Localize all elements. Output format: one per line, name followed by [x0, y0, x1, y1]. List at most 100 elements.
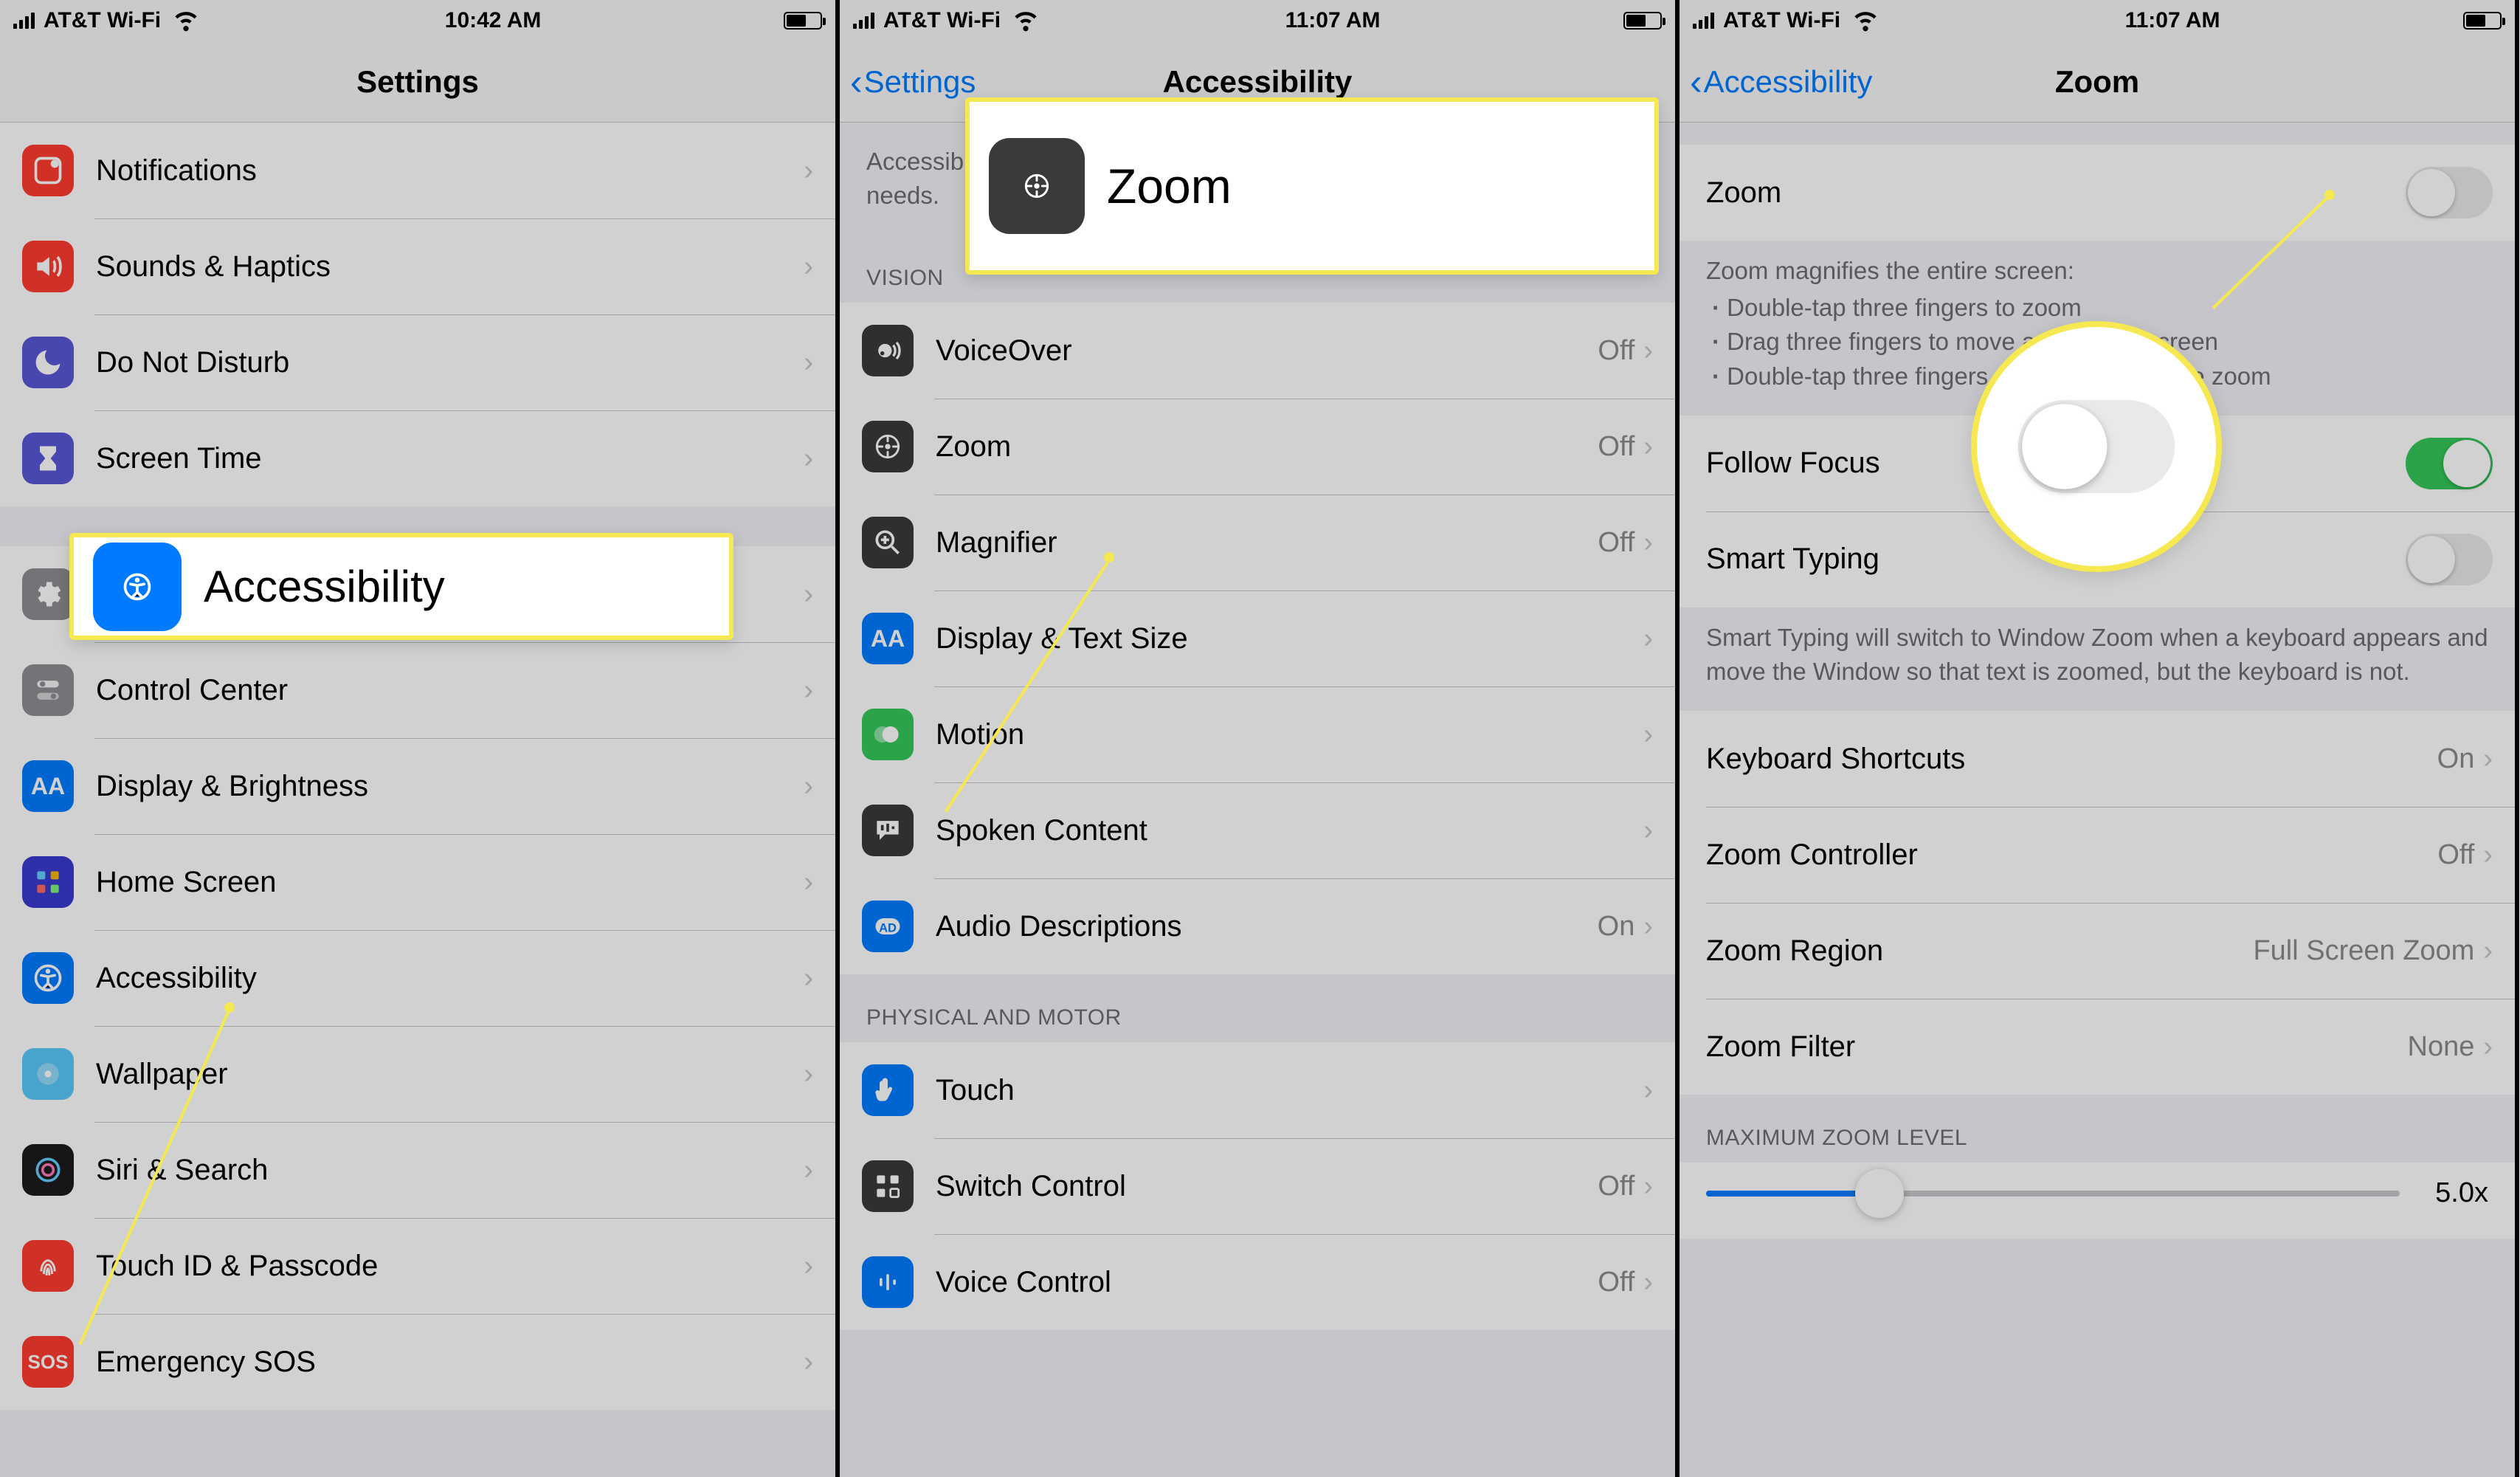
row-label: Sounds & Haptics [96, 250, 804, 283]
chevron-right-icon: › [2483, 743, 2493, 775]
sos-icon: SOS [22, 1336, 74, 1388]
row-siri-search[interactable]: Siri & Search › [0, 1122, 835, 1218]
row-voiceover[interactable]: VoiceOver Off › [840, 303, 1675, 399]
zoom-toggle[interactable] [2406, 167, 2493, 218]
zoom-icon [862, 421, 914, 472]
smart-typing-toggle[interactable] [2406, 534, 2493, 585]
wifi-icon [1849, 1, 1882, 40]
row-accessibility[interactable]: Accessibility › [0, 930, 835, 1026]
smart-typing-help: Smart Typing will switch to Window Zoom … [1680, 607, 2515, 711]
row-audio-descriptions[interactable]: AD Audio Descriptions On › [840, 878, 1675, 974]
row-label: Control Center [96, 674, 804, 707]
page-title: Accessibility [1163, 64, 1353, 100]
chevron-right-icon: › [2483, 839, 2493, 871]
row-label: VoiceOver [936, 334, 1598, 368]
chevron-right-icon: › [804, 579, 813, 610]
signal-icon [853, 13, 874, 29]
chevron-right-icon: › [1643, 335, 1653, 367]
section-header-physical: PHYSICAL AND MOTOR [840, 974, 1675, 1042]
chevron-right-icon: › [804, 1346, 813, 1378]
page-title: Zoom [2055, 64, 2139, 100]
row-touch-id-passcode[interactable]: Touch ID & Passcode › [0, 1218, 835, 1314]
back-button[interactable]: ‹ Accessibility [1690, 41, 1872, 122]
row-zoom-controller[interactable]: Zoom Controller Off › [1680, 807, 2515, 903]
switch-control-icon [862, 1160, 914, 1212]
status-time: 11:07 AM [2125, 8, 2220, 33]
back-label: Settings [864, 64, 976, 100]
row-voice-control[interactable]: Voice Control Off › [840, 1234, 1675, 1330]
status-time: 10:42 AM [445, 8, 542, 33]
row-zoom-region[interactable]: Zoom Region Full Screen Zoom › [1680, 903, 2515, 999]
row-label: Home Screen [96, 866, 804, 899]
chevron-right-icon: › [804, 1058, 813, 1090]
row-motion[interactable]: Motion › [840, 686, 1675, 782]
signal-icon [1693, 13, 1714, 29]
sound-icon [22, 241, 74, 292]
row-display-text-size[interactable]: AA Display & Text Size › [840, 591, 1675, 686]
chevron-left-icon: ‹ [1690, 63, 1702, 100]
back-button[interactable]: ‹ Settings [850, 41, 976, 122]
signal-icon [13, 13, 35, 29]
settings-panel: AT&T Wi-Fi 10:42 AM Settings Notificatio… [0, 0, 840, 1477]
row-label: Zoom Filter [1706, 1030, 2408, 1064]
chevron-right-icon: › [804, 963, 813, 994]
row-screen-time[interactable]: Screen Time › [0, 410, 835, 506]
row-zoom-toggle[interactable]: Zoom [1680, 145, 2515, 241]
row-control-center[interactable]: Control Center › [0, 642, 835, 738]
row-touch[interactable]: Touch › [840, 1042, 1675, 1138]
nav-bar: ‹ Accessibility Zoom [1680, 41, 2515, 123]
zoom-icon [989, 138, 1085, 234]
zoom-help-title: Zoom magnifies the entire screen: [1706, 254, 2488, 288]
notifications-icon [22, 145, 74, 196]
row-keyboard-shortcuts[interactable]: Keyboard Shortcuts On › [1680, 711, 2515, 807]
row-label: Display & Text Size [936, 622, 1643, 655]
touch-icon [862, 1064, 914, 1116]
row-label: Touch ID & Passcode [96, 1250, 804, 1283]
status-bar: AT&T Wi-Fi 11:07 AM [840, 0, 1675, 41]
row-do-not-disturb[interactable]: Do Not Disturb › [0, 314, 835, 410]
row-value: Off [2437, 839, 2474, 871]
chevron-right-icon: › [2483, 1031, 2493, 1063]
chevron-right-icon: › [1643, 623, 1653, 655]
row-magnifier[interactable]: Magnifier Off › [840, 495, 1675, 591]
row-label: Magnifier [936, 526, 1598, 560]
chevron-right-icon: › [1643, 431, 1653, 463]
row-spoken-content[interactable]: Spoken Content › [840, 782, 1675, 878]
chevron-right-icon: › [1643, 719, 1653, 751]
row-label: Audio Descriptions [936, 910, 1598, 943]
row-sounds-haptics[interactable]: Sounds & Haptics › [0, 218, 835, 314]
row-emergency-sos[interactable]: SOS Emergency SOS › [0, 1314, 835, 1410]
row-label: Notifications [96, 154, 804, 187]
chevron-right-icon: › [1643, 1267, 1653, 1298]
fingerprint-icon [22, 1240, 74, 1292]
row-display-brightness[interactable]: AA Display & Brightness › [0, 738, 835, 834]
row-label: Siri & Search [96, 1154, 804, 1187]
row-label: Zoom [1706, 176, 2406, 210]
carrier-label: AT&T Wi-Fi [1723, 8, 1840, 33]
follow-focus-toggle[interactable] [2406, 438, 2493, 489]
row-label: Keyboard Shortcuts [1706, 743, 2437, 776]
row-value: On [1598, 911, 1635, 943]
accessibility-panel: AT&T Wi-Fi 11:07 AM ‹ Settings Accessibi… [840, 0, 1680, 1477]
audio-description-icon: AD [862, 901, 914, 952]
chevron-right-icon: › [1643, 911, 1653, 943]
slider-thumb[interactable] [1855, 1169, 1904, 1218]
row-notifications[interactable]: Notifications › [0, 123, 835, 218]
svg-text:AD: AD [879, 922, 897, 935]
chevron-right-icon: › [2483, 935, 2493, 967]
row-wallpaper[interactable]: Wallpaper › [0, 1026, 835, 1122]
callout-accessibility: Accessibility [69, 533, 733, 640]
row-switch-control[interactable]: Switch Control Off › [840, 1138, 1675, 1234]
callout-end-dot [2324, 190, 2335, 200]
chevron-right-icon: › [804, 251, 813, 283]
row-zoom-filter[interactable]: Zoom Filter None › [1680, 999, 2515, 1095]
row-label: Zoom Region [1706, 934, 2253, 968]
callout-label: Zoom [1107, 134, 1654, 238]
row-home-screen[interactable]: Home Screen › [0, 834, 835, 930]
row-zoom[interactable]: Zoom Off › [840, 399, 1675, 495]
max-zoom-slider[interactable] [1706, 1191, 2400, 1197]
row-value: Off [1598, 527, 1634, 559]
row-label: Switch Control [936, 1170, 1598, 1203]
chevron-right-icon: › [804, 155, 813, 187]
siri-icon [22, 1144, 74, 1196]
